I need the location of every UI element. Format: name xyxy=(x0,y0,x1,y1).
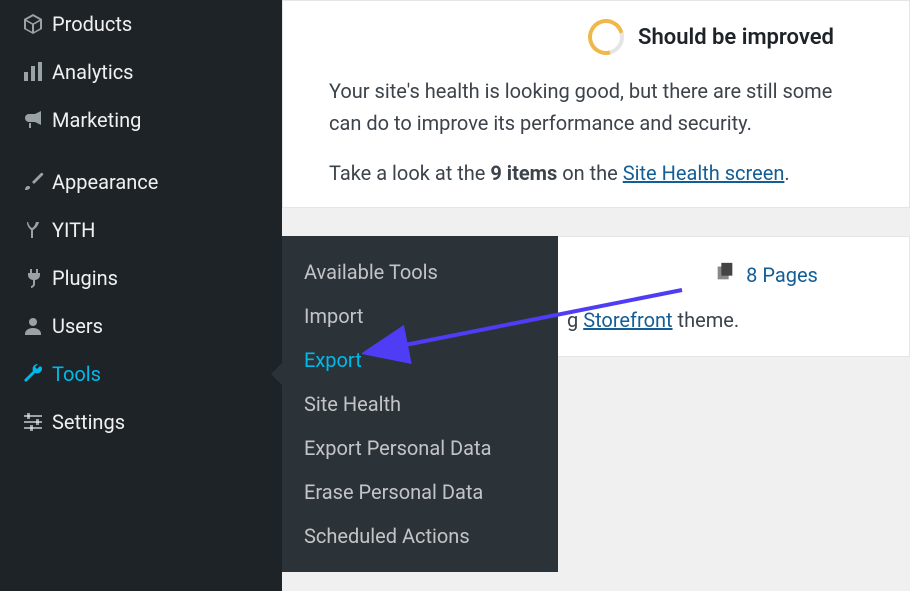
sidebar-item-label: Users xyxy=(52,314,268,338)
sidebar-item-tools[interactable]: Tools xyxy=(0,350,282,398)
sidebar-item-products[interactable]: Products xyxy=(0,0,282,48)
wrench-icon xyxy=(14,362,52,386)
site-health-panel: Should be improved Your site's health is… xyxy=(282,0,910,208)
yith-icon xyxy=(14,218,52,242)
sliders-icon xyxy=(14,410,52,434)
tools-submenu: Available Tools Import Export Site Healt… xyxy=(282,236,558,572)
sidebar-item-label: Settings xyxy=(52,410,268,434)
brush-icon xyxy=(14,170,52,194)
user-icon xyxy=(14,314,52,338)
submenu-scheduled-actions[interactable]: Scheduled Actions xyxy=(282,514,558,558)
theme-link[interactable]: Storefront xyxy=(583,308,672,332)
sidebar-item-settings[interactable]: Settings xyxy=(0,398,282,446)
health-status-title: Should be improved xyxy=(638,25,834,50)
sidebar-item-marketing[interactable]: Marketing xyxy=(0,96,282,144)
site-health-link[interactable]: Site Health screen xyxy=(623,161,785,185)
pages-count-link[interactable]: 8 Pages xyxy=(746,263,818,287)
sidebar-item-appearance[interactable]: Appearance xyxy=(0,158,282,206)
sidebar-item-users[interactable]: Users xyxy=(0,302,282,350)
plug-icon xyxy=(14,266,52,290)
sidebar-item-label: YITH xyxy=(52,218,268,242)
admin-sidebar: Products Analytics Marketing Appearance xyxy=(0,0,282,591)
sidebar-item-label: Appearance xyxy=(52,170,268,194)
megaphone-icon xyxy=(14,108,52,132)
sidebar-item-label: Tools xyxy=(52,362,268,386)
sidebar-item-yith[interactable]: YITH xyxy=(0,206,282,254)
submenu-export-personal[interactable]: Export Personal Data xyxy=(282,426,558,470)
sidebar-item-label: Products xyxy=(52,12,268,36)
cube-icon xyxy=(14,12,52,36)
submenu-import[interactable]: Import xyxy=(282,294,558,338)
sidebar-item-analytics[interactable]: Analytics xyxy=(0,48,282,96)
sidebar-item-label: Marketing xyxy=(52,108,268,132)
submenu-site-health[interactable]: Site Health xyxy=(282,382,558,426)
sidebar-item-plugins[interactable]: Plugins xyxy=(0,254,282,302)
sidebar-item-label: Plugins xyxy=(52,266,268,290)
pages-icon xyxy=(714,261,736,288)
submenu-export[interactable]: Export xyxy=(282,338,558,382)
sidebar-item-label: Analytics xyxy=(52,60,268,84)
submenu-erase-personal[interactable]: Erase Personal Data xyxy=(282,470,558,514)
progress-ring-icon xyxy=(581,12,630,61)
items-count: 9 items xyxy=(490,161,557,185)
submenu-available-tools[interactable]: Available Tools xyxy=(282,250,558,294)
bars-icon xyxy=(14,60,52,84)
health-body-text: Your site's health is looking good, but … xyxy=(307,75,885,189)
